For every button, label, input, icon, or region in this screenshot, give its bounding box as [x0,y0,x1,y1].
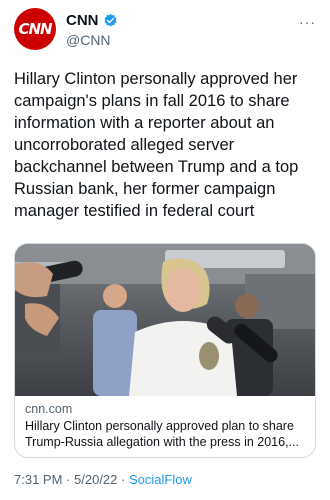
more-options-icon[interactable]: ··· [299,14,316,30]
account-handle[interactable]: @CNN [66,32,118,48]
tweet-date[interactable]: 5/20/22 [74,472,117,487]
tweet-text: Hillary Clinton personally approved her … [14,70,299,220]
name-row: CNN [66,12,118,29]
card-domain: cnn.com [25,402,73,416]
account-name[interactable]: CNN [66,12,99,29]
tweet-header: CNN CNN @CNN ··· [14,6,316,50]
card-title[interactable]: Hillary Clinton personally approved plan… [25,418,305,450]
tweet-footer: 7:31 PM · 5/20/22 · SocialFlow [14,472,192,487]
footer-separator: · [121,472,126,487]
tweet-time[interactable]: 7:31 PM [14,472,62,487]
tweet-source-link[interactable]: SocialFlow [129,472,192,487]
link-card[interactable]: cnn.com Hillary Clinton personally appro… [14,243,316,458]
cnn-avatar[interactable]: CNN [14,8,56,50]
verified-badge-icon [103,13,118,28]
card-image[interactable] [15,244,315,396]
card-meta: cnn.com Hillary Clinton personally appro… [15,396,315,450]
footer-separator: · [66,472,71,487]
card-photo-illustration [15,244,315,396]
account-names: CNN @CNN [66,12,118,48]
avatar-logo-text: CNN [18,20,52,38]
